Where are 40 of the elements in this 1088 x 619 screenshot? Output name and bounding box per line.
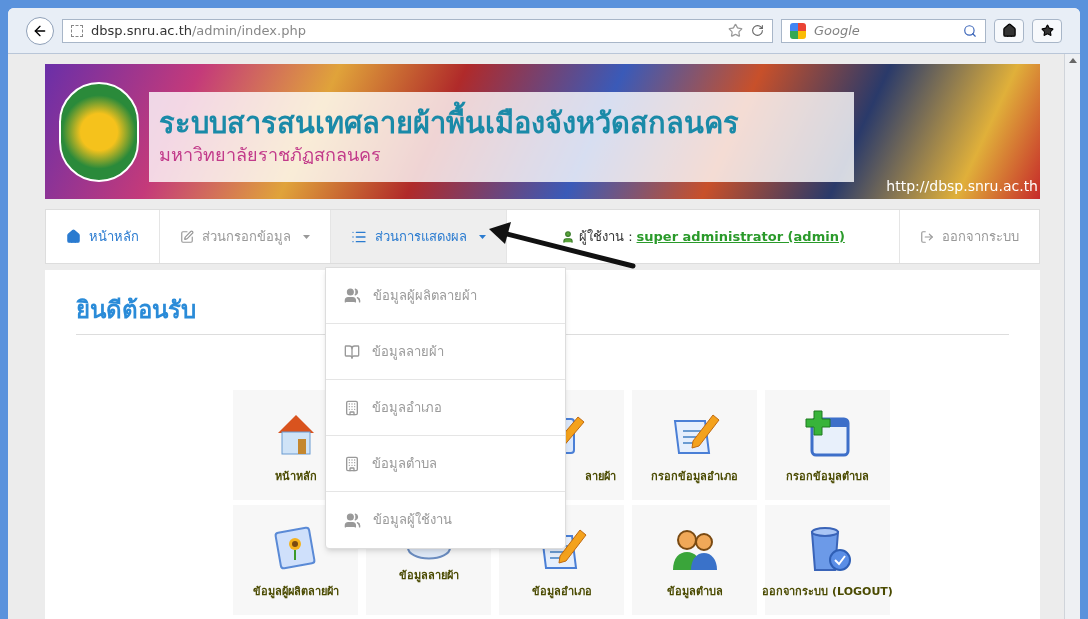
username-link[interactable]: super administrator (admin): [636, 226, 845, 247]
users-icon: [344, 287, 361, 304]
address-bar[interactable]: dbsp.snru.ac.th/admin/index.php: [62, 18, 773, 43]
url-text: dbsp.snru.ac.th/admin/index.php: [91, 21, 307, 40]
menu-tile[interactable]: ข้อมูลตำบล: [632, 505, 757, 615]
users-icon: [344, 511, 361, 529]
home-icon: [66, 229, 81, 244]
menu-tile[interactable]: กรอกข้อมูลตำบล: [765, 390, 890, 500]
bookmarks-button[interactable]: [1032, 18, 1062, 43]
menu-tile[interactable]: กรอกข้อมูลอำเภอ: [632, 390, 757, 500]
nav-item[interactable]: หน้าหลัก: [46, 210, 160, 263]
edit-icon: [180, 229, 194, 244]
search-input[interactable]: Google: [814, 20, 955, 41]
banner-url: http://dbsp.snru.ac.th: [886, 177, 1038, 196]
search-engine-icon: [790, 22, 806, 39]
reload-icon[interactable]: [751, 24, 764, 37]
search-field[interactable]: Google: [781, 18, 986, 43]
page-icon: [71, 24, 83, 37]
bookmark-star-icon: [1040, 24, 1054, 37]
logout-link[interactable]: ออกจากระบบ: [899, 210, 1039, 263]
user-label: ผู้ใช้งาน: [579, 227, 625, 247]
building-icon: [344, 399, 360, 416]
home-button[interactable]: [994, 18, 1024, 43]
search-icon[interactable]: [963, 23, 977, 38]
book-icon: [344, 343, 360, 360]
logout-icon: [920, 229, 934, 244]
dropdown-item[interactable]: ข้อมูลตำบล: [326, 436, 565, 492]
nav-item[interactable]: ส่วนการแสดงผล: [331, 210, 507, 263]
separator-text: :: [628, 227, 633, 246]
dropdown-item[interactable]: ข้อมูลอำเภอ: [326, 380, 565, 436]
scroll-up-arrow-icon[interactable]: [1068, 58, 1077, 63]
welcome-heading: ยินดีต้อนรับ: [76, 295, 196, 326]
star-icon[interactable]: [728, 23, 743, 38]
dropdown-item[interactable]: ข้อมูลลายผ้า: [326, 324, 565, 380]
back-button[interactable]: [26, 16, 54, 45]
home-icon: [1001, 23, 1017, 38]
dropdown-item[interactable]: ข้อมูลผู้ผลิตลายผ้า: [326, 268, 565, 324]
building-icon: [344, 455, 360, 472]
user-icon: [561, 229, 576, 244]
banner-subtitle: มหาวิทยาลัยราชภัฏสกลนคร: [159, 143, 382, 168]
